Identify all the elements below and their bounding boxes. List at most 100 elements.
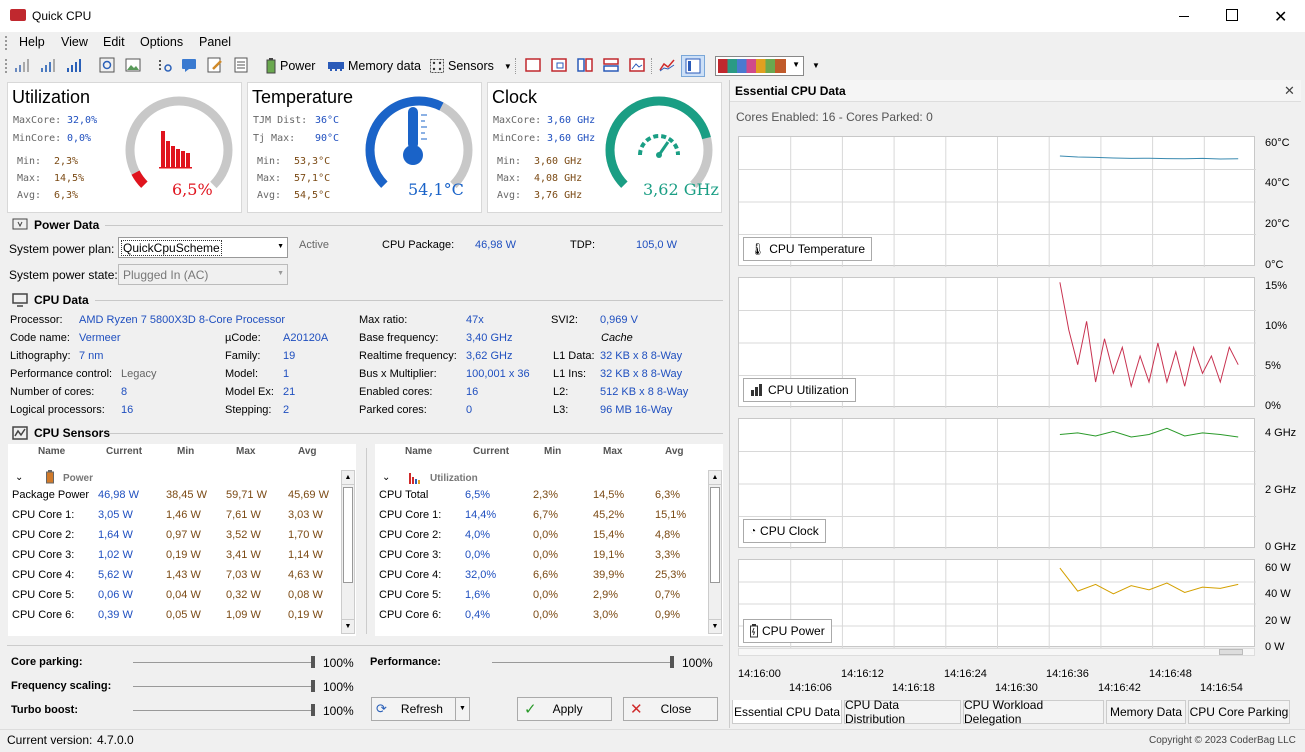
scroll-down-icon[interactable]: ▼ [709, 619, 721, 633]
y-tick: 0 W [1265, 641, 1285, 653]
layout-split-vertical-icon[interactable] [577, 57, 593, 73]
toolbar-overflow-icon[interactable]: ▼ [812, 61, 820, 70]
comment-icon[interactable] [181, 57, 197, 73]
chart-config-icon[interactable] [157, 57, 173, 73]
cpu-clock-series-line [1059, 427, 1239, 438]
tab-cpu-core-parking[interactable]: CPU Core Parking [1188, 700, 1290, 724]
power-table-scrollbar[interactable]: ▲ ▼ [341, 470, 355, 634]
column-header-max[interactable]: Max [236, 446, 255, 457]
frequency-scaling-thumb[interactable] [311, 680, 315, 692]
menu-help[interactable]: Help [19, 35, 45, 49]
signal-low-icon[interactable] [14, 57, 30, 73]
performance-control-value: Legacy [121, 368, 157, 380]
chart-scroll-thumb[interactable] [1219, 649, 1243, 655]
settings-search-icon[interactable] [99, 57, 115, 73]
refresh-button[interactable]: ⟳ Refresh ▼ [371, 697, 470, 721]
parked-cores-value: 0 [466, 404, 473, 416]
column-header-avg[interactable]: Avg [665, 446, 684, 457]
tab-essential-cpu-data[interactable]: Essential CPU Data [732, 700, 842, 724]
menu-view[interactable]: View [61, 35, 88, 49]
sensors-button[interactable]: Sensors ▼ [430, 57, 512, 75]
min-value: 2,3% [54, 156, 79, 167]
temperature-panel: Temperature TJM Dist: 36°C Tj Max: 90°C … [247, 82, 482, 213]
column-header-avg[interactable]: Avg [298, 446, 317, 457]
apply-button[interactable]: ✓ Apply [517, 697, 612, 721]
core-parking-thumb[interactable] [311, 656, 315, 668]
thermometer-icon: 🌡 [750, 242, 766, 256]
signal-mid-icon[interactable] [40, 57, 56, 73]
sensor-row-value: 0,08 W [288, 589, 323, 601]
menu-edit[interactable]: Edit [103, 35, 125, 49]
chart-scrollbar[interactable] [738, 648, 1255, 656]
power-chart: CPU Power [738, 559, 1256, 648]
l1-ins-label: L1 Ins: [553, 368, 587, 380]
performance-value: 100% [682, 656, 713, 670]
column-header-name[interactable]: Name [405, 446, 432, 457]
line-chart-icon[interactable] [659, 57, 675, 73]
column-header-min[interactable]: Min [544, 446, 561, 457]
utilization-table-scrollbar[interactable]: ▲ ▼ [708, 470, 722, 634]
cpu-package-label: CPU Package: [382, 239, 455, 251]
column-header-current[interactable]: Current [106, 446, 142, 457]
scroll-up-icon[interactable]: ▲ [342, 471, 354, 485]
group-collapse-toggle[interactable]: ⌄ [382, 472, 390, 483]
column-header-name[interactable]: Name [38, 446, 65, 457]
column-header-current[interactable]: Current [473, 446, 509, 457]
close-window-button[interactable]: ✕ [1274, 7, 1287, 27]
sensor-row-name: CPU Core 3: [12, 549, 75, 561]
turbo-boost-thumb[interactable] [311, 704, 315, 716]
chevron-down-icon: ▼ [792, 60, 800, 69]
column-header-max[interactable]: Max [603, 446, 622, 457]
signal-high-icon[interactable] [66, 57, 82, 73]
maximize-button[interactable] [1226, 9, 1238, 21]
power-button[interactable]: Power [266, 57, 315, 75]
frequency-scaling-slider[interactable] [133, 686, 313, 687]
tab-memory-data[interactable]: Memory Data [1106, 700, 1186, 724]
min-label: Min: [497, 156, 522, 167]
scroll-thumb[interactable] [710, 487, 720, 583]
power-group-label: Power [63, 473, 94, 484]
menu-options[interactable]: Options [140, 35, 183, 49]
performance-slider[interactable] [492, 662, 672, 663]
cpu-power-series-line [1059, 567, 1239, 595]
core-parking-slider[interactable] [133, 662, 313, 663]
group-collapse-toggle[interactable]: ⌄ [15, 472, 23, 483]
memory-icon [328, 62, 344, 71]
status-bar [0, 729, 1305, 752]
layout-single-icon[interactable] [525, 57, 541, 73]
memory-data-button[interactable]: Memory data [328, 57, 421, 75]
close-button[interactable]: ✕ Close [623, 697, 718, 721]
sensor-row-value: 1,6% [465, 589, 491, 601]
panel-toggle-button[interactable] [681, 55, 705, 77]
close-panel-icon[interactable]: ✕ [1284, 83, 1295, 99]
menu-panel[interactable]: Panel [199, 35, 231, 49]
sensor-row-name: CPU Total [379, 489, 429, 501]
sensors-label: Sensors [448, 59, 494, 73]
tab-cpu-workload-delegation[interactable]: CPU Workload Delegation [963, 698, 1104, 726]
color-theme-selector[interactable]: ▼ [715, 56, 804, 76]
power-plan-select[interactable]: QuickCpuScheme ▼ [118, 237, 288, 258]
scroll-up-icon[interactable]: ▲ [709, 471, 721, 485]
sensor-row-value: 1,46 W [166, 509, 201, 521]
refresh-dropdown[interactable]: ▼ [455, 698, 469, 720]
temperature-chart-label: 🌡 CPU Temperature [743, 237, 873, 261]
battery-icon [750, 624, 758, 638]
column-header-min[interactable]: Min [177, 446, 194, 457]
image-icon[interactable] [125, 57, 141, 73]
layout-split-horizontal-icon[interactable] [603, 57, 619, 73]
turbo-boost-slider[interactable] [133, 710, 313, 711]
minimize-button[interactable] [1176, 8, 1192, 24]
performance-thumb[interactable] [670, 656, 674, 668]
layout-window-icon[interactable] [551, 57, 567, 73]
scroll-down-icon[interactable]: ▼ [342, 619, 354, 633]
sensor-row-value: 32,0% [465, 569, 497, 581]
document-icon[interactable] [233, 57, 249, 73]
edit-list-icon[interactable] [207, 57, 223, 73]
x-tick: 14:16:54 [1200, 682, 1243, 694]
divider [109, 433, 723, 434]
layout-image-icon[interactable] [629, 57, 645, 73]
scroll-thumb[interactable] [343, 487, 353, 583]
tab-cpu-data-distribution[interactable]: CPU Data Distribution [844, 698, 961, 726]
temperature-gauge-value: 54,1°C [408, 180, 464, 199]
sensor-row-value: 46,98 W [98, 489, 139, 501]
